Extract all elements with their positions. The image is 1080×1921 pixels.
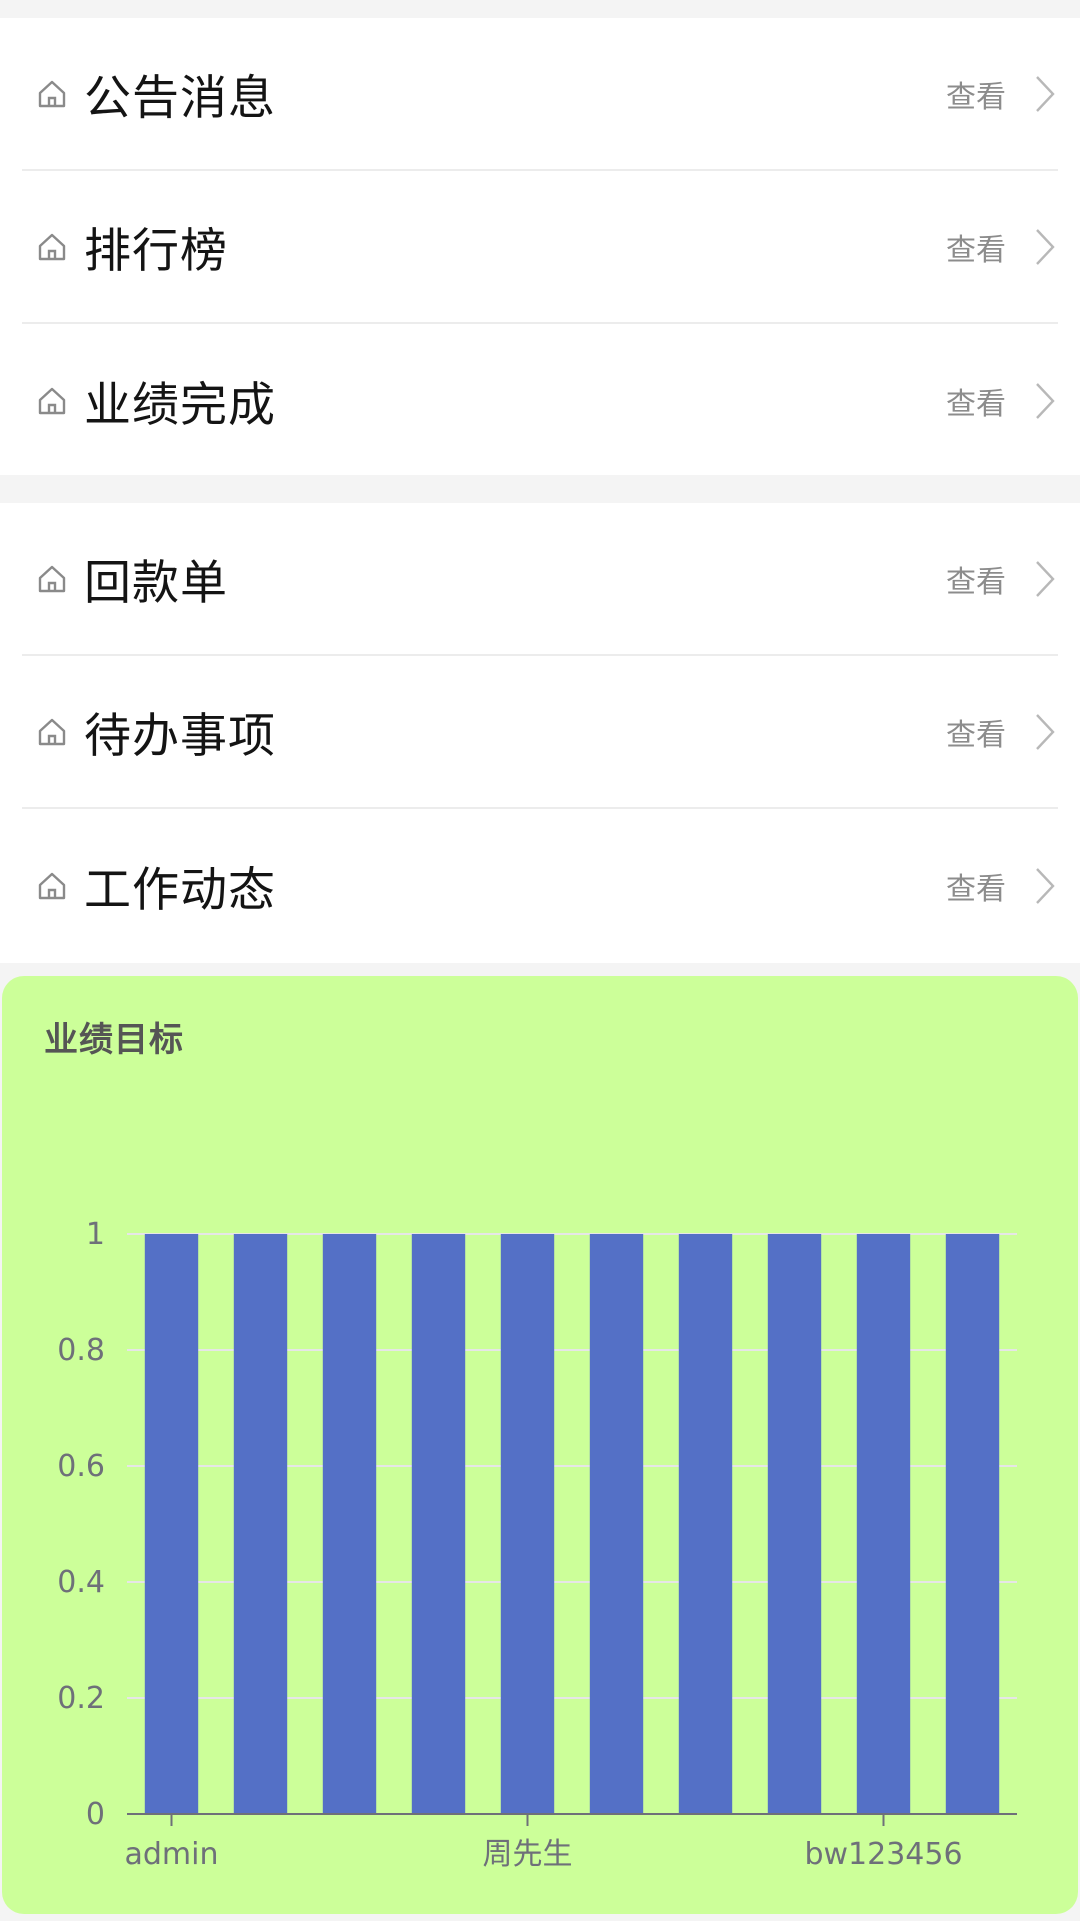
menu-item-ranking[interactable]: 排行榜 查看	[22, 171, 1058, 324]
y-tick-label: 0.4	[57, 1565, 105, 1600]
menu-item-payment-receipts[interactable]: 回款单 查看	[22, 503, 1058, 656]
y-tick-label: 0.2	[57, 1681, 105, 1716]
view-link[interactable]: 查看	[946, 379, 1006, 423]
bar	[856, 1234, 911, 1814]
bar	[767, 1234, 822, 1814]
menu-item-todo[interactable]: 待办事项 查看	[22, 656, 1058, 809]
home-icon	[38, 718, 66, 745]
y-tick-label: 0.6	[57, 1449, 105, 1484]
home-icon	[38, 387, 66, 414]
view-link[interactable]: 查看	[946, 710, 1006, 754]
bar	[322, 1234, 377, 1814]
home-icon	[38, 872, 66, 899]
bar	[233, 1234, 288, 1814]
chevron-right-icon	[1036, 560, 1055, 597]
bar	[500, 1234, 555, 1814]
view-link[interactable]: 查看	[946, 557, 1006, 601]
home-icon	[38, 233, 66, 260]
view-link[interactable]: 查看	[946, 864, 1006, 908]
view-link[interactable]: 查看	[946, 72, 1006, 116]
chevron-right-icon	[1036, 75, 1055, 112]
menu-group-2: 回款单 查看 待办事项 查看 工作动态 查看	[0, 503, 1080, 963]
home-icon	[38, 80, 66, 107]
menu-item-label: 待办事项	[84, 709, 276, 764]
bar	[411, 1234, 466, 1814]
menu-item-announcements[interactable]: 公告消息 查看	[22, 18, 1058, 171]
menu-item-work-updates[interactable]: 工作动态 查看	[22, 809, 1058, 962]
chevron-right-icon	[1036, 228, 1055, 265]
chevron-right-icon	[1036, 382, 1055, 419]
x-tick-label: admin	[125, 1837, 219, 1872]
menu-item-label: 工作动态	[84, 863, 276, 918]
y-tick-label: 0.8	[57, 1333, 105, 1368]
y-tick-label: 1	[86, 1217, 105, 1252]
view-link[interactable]: 查看	[946, 225, 1006, 269]
chevron-right-icon	[1036, 713, 1055, 750]
bar	[589, 1234, 644, 1814]
y-tick-label: 0	[86, 1797, 105, 1832]
performance-bar-chart: 0 0.2 0.4 0.6 0.8 1 admin 周先生 bw123456	[57, 1217, 1017, 1872]
performance-target-card: 业绩目标 0 0.2 0.4 0.6 0.8 1 admin 周先生 bw123456	[2, 976, 1078, 1914]
x-tick-label: 周先生	[483, 1837, 573, 1872]
x-tick-label: bw123456	[804, 1837, 962, 1872]
menu-group-1: 公告消息 查看 排行榜 查看 业绩完成 查看	[0, 18, 1080, 475]
menu-item-performance[interactable]: 业绩完成 查看	[22, 324, 1058, 477]
menu-item-label: 回款单	[84, 556, 228, 611]
bar	[678, 1234, 733, 1814]
chevron-right-icon	[1036, 867, 1055, 904]
home-icon	[38, 565, 66, 592]
menu-item-label: 排行榜	[84, 224, 228, 279]
menu-item-label: 公告消息	[84, 71, 276, 126]
bar	[144, 1234, 199, 1814]
bar	[945, 1234, 1000, 1814]
menu-item-label: 业绩完成	[84, 378, 276, 433]
